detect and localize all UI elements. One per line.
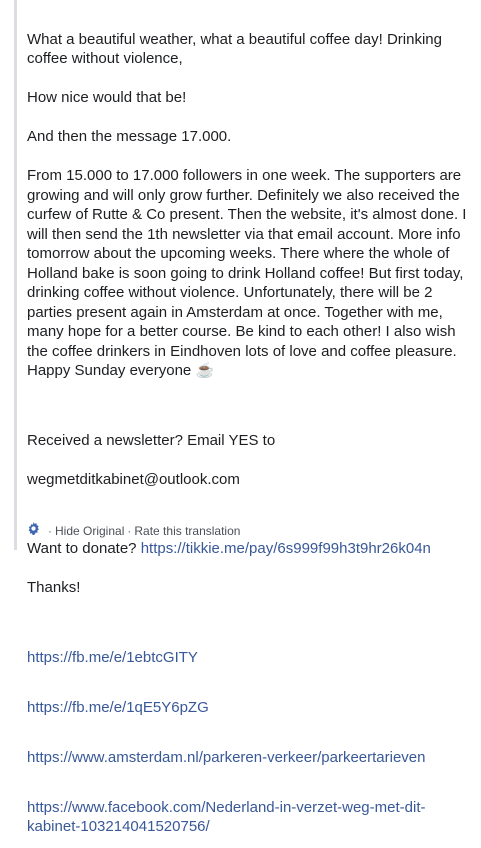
rate-translation-link[interactable]: Rate this translation bbox=[134, 523, 240, 539]
event-link-1[interactable]: https://fb.me/e/1ebtcGITY bbox=[27, 649, 198, 666]
paragraph-main: What a beautiful weather, what a beautif… bbox=[27, 10, 473, 400]
donate-link[interactable]: https://tikkie.me/pay/6s999f99h3t9hr26k0… bbox=[141, 540, 431, 557]
separator: · bbox=[48, 523, 52, 538]
thanks-text: Thanks! bbox=[27, 579, 81, 596]
paragraph-newsletter: Received a newsletter? Email YES to wegm… bbox=[27, 411, 473, 509]
separator: · bbox=[127, 523, 132, 538]
parking-link[interactable]: https://www.amsterdam.nl/parkeren-verkee… bbox=[27, 749, 426, 766]
text-line: What a beautiful weather, what a beautif… bbox=[27, 30, 442, 68]
paragraph-link-1: https://fb.me/e/1ebtcGITY bbox=[27, 628, 473, 667]
post-body: What a beautiful weather, what a beautif… bbox=[27, 10, 473, 848]
donate-text: Want to donate? bbox=[27, 540, 141, 557]
newsletter-text: Received a newsletter? Email YES to bbox=[27, 431, 276, 449]
event-link-2[interactable]: https://fb.me/e/1qE5Y6pZG bbox=[27, 699, 209, 716]
text-line: And then the message 17.000. bbox=[27, 128, 232, 145]
hide-original-link[interactable]: Hide Original bbox=[55, 523, 124, 539]
text-line: From 15.000 to 17.000 followers in one w… bbox=[27, 167, 467, 379]
paragraph-link-3: https://www.amsterdam.nl/parkeren-verkee… bbox=[27, 728, 473, 767]
translation-footer: · Hide Original · Rate this translation bbox=[27, 522, 240, 539]
quote-bar bbox=[14, 0, 17, 550]
email-text: wegmetditkabinet@outlook.com bbox=[27, 470, 240, 488]
gear-icon[interactable] bbox=[27, 522, 45, 539]
paragraph-link-4: https://www.facebook.com/Nederland-in-ve… bbox=[27, 778, 473, 837]
paragraph-link-2: https://fb.me/e/1qE5Y6pZG bbox=[27, 678, 473, 717]
facebook-page-link[interactable]: https://www.facebook.com/Nederland-in-ve… bbox=[27, 799, 425, 836]
text-line: How nice would that be! bbox=[27, 89, 187, 106]
